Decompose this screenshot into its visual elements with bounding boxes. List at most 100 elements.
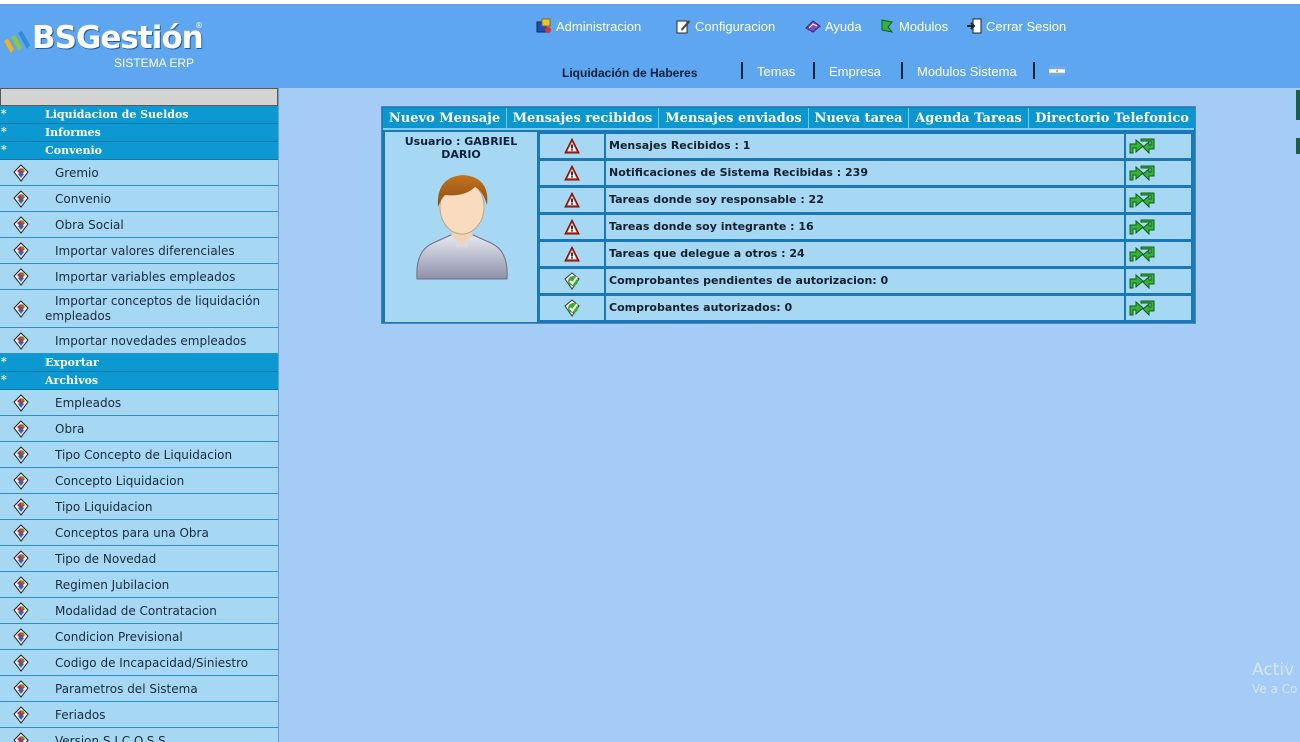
sidebar-section[interactable]: * Archivos bbox=[0, 372, 278, 390]
sidebar-item[interactable]: Importar variables empleados bbox=[0, 264, 278, 290]
sidebar-item[interactable]: Regimen Jubilacion bbox=[0, 572, 278, 598]
tab-mensajes-enviados[interactable]: Mensajes enviados bbox=[659, 108, 809, 128]
notification-text: Tareas donde soy responsable : 22 bbox=[606, 188, 1124, 212]
sidebar-item[interactable]: Importar novedades empleados bbox=[0, 328, 278, 354]
sidebar-item[interactable]: Empleados bbox=[0, 390, 278, 416]
sidebar-item-label: Empleados bbox=[55, 396, 122, 410]
section-label: Exportar bbox=[45, 356, 99, 369]
action-cell bbox=[1126, 134, 1191, 158]
sidebar-item[interactable]: Version S.I.C.O.S.S. bbox=[0, 728, 278, 742]
nav-ayuda[interactable]: Ayuda bbox=[805, 16, 862, 36]
sidebar-sections: * Liquidacion de Sueldos * Informes * Conveni… bbox=[0, 106, 278, 742]
notification-text: Notificaciones de Sistema Recibidas : 23… bbox=[606, 161, 1124, 185]
sidebar-item[interactable]: Convenio bbox=[0, 186, 278, 212]
open-arrow-icon[interactable] bbox=[1129, 219, 1155, 236]
notification-row: Mensajes Recibidos : 1 bbox=[540, 134, 1191, 158]
notification-text: Tareas donde soy integrante : 16 bbox=[606, 215, 1124, 239]
open-arrow-icon[interactable] bbox=[1129, 192, 1155, 209]
sidebar-item[interactable]: Conceptos para una Obra bbox=[0, 520, 278, 546]
tab-agenda-tareas[interactable]: Agenda Tareas bbox=[909, 108, 1029, 128]
sidebar-item-label: Convenio bbox=[55, 192, 112, 206]
status-cell bbox=[540, 242, 604, 266]
sidebar-item[interactable]: Obra bbox=[0, 416, 278, 442]
tab-nueva-tarea[interactable]: Nueva tarea bbox=[809, 108, 909, 128]
open-arrow-icon[interactable] bbox=[1129, 138, 1155, 155]
user-card: Usuario : GABRIEL DARIO bbox=[385, 132, 537, 322]
sidebar-item[interactable]: Codigo de Incapacidad/Siniestro bbox=[0, 650, 278, 676]
sidebar-item[interactable]: Importar conceptos de liquidación emplea… bbox=[0, 290, 278, 328]
sidebar-item-label: Gremio bbox=[55, 166, 99, 180]
sidebar-item[interactable]: Concepto Liquidacion bbox=[0, 468, 278, 494]
warning-icon bbox=[564, 137, 580, 154]
brand-name: BSGestión bbox=[32, 20, 204, 56]
sidebar-item[interactable]: Tipo Concepto de Liquidacion bbox=[0, 442, 278, 468]
open-arrow-icon[interactable] bbox=[1129, 300, 1155, 317]
sidebar-item[interactable]: Tipo Liquidacion bbox=[0, 494, 278, 520]
notification-row: Notificaciones de Sistema Recibidas : 23… bbox=[540, 161, 1191, 185]
notification-text: Comprobantes pendientes de autorizacion:… bbox=[606, 269, 1124, 293]
module-icon bbox=[12, 242, 30, 260]
sidebar-item-label: Regimen Jubilacion bbox=[55, 578, 170, 592]
module-icon bbox=[12, 268, 30, 286]
open-arrow-icon[interactable] bbox=[1129, 246, 1155, 263]
sidebar-item[interactable]: Parametros del Sistema bbox=[0, 676, 278, 702]
tab-directorio-telefonico[interactable]: Directorio Telefonico bbox=[1029, 108, 1195, 128]
section-star: * bbox=[1, 143, 7, 156]
notification-text: Mensajes Recibidos : 1 bbox=[606, 134, 1124, 158]
sidebar-section[interactable]: * Liquidacion de Sueldos bbox=[0, 106, 278, 124]
module-icon bbox=[12, 654, 30, 672]
section-star: * bbox=[1, 107, 7, 120]
module-icon bbox=[12, 732, 30, 742]
notification-row: Tareas donde soy integrante : 16 bbox=[540, 215, 1191, 239]
module-bar: Liquidación de Haberes Temas Empresa Mod… bbox=[0, 62, 1300, 84]
link-temas[interactable]: Temas bbox=[757, 64, 795, 79]
window-edge bbox=[1296, 90, 1300, 120]
nav-configuracion[interactable]: Configuracion bbox=[675, 16, 775, 36]
module-icon bbox=[12, 706, 30, 724]
sidebar-item-label: Codigo de Incapacidad/Siniestro bbox=[55, 656, 249, 670]
sidebar-search-bar[interactable] bbox=[0, 88, 278, 106]
open-arrow-icon[interactable] bbox=[1129, 273, 1155, 290]
separator bbox=[901, 62, 903, 79]
sidebar-item[interactable]: Condicion Previsional bbox=[0, 624, 278, 650]
status-cell bbox=[540, 161, 604, 185]
module-icon bbox=[12, 628, 30, 646]
link-empresa[interactable]: Empresa bbox=[829, 64, 881, 79]
sidebar-section[interactable]: * Informes bbox=[0, 124, 278, 142]
module-icon bbox=[12, 550, 30, 568]
sidebar-item[interactable]: Obra Social bbox=[0, 212, 278, 238]
dashboard-panel: Nuevo Mensaje Mensajes recibidos Mensaje… bbox=[381, 106, 1196, 324]
sidebar-item[interactable]: Tipo de Novedad bbox=[0, 546, 278, 572]
argentina-flag-icon[interactable] bbox=[1049, 66, 1065, 76]
sidebar-item-label: Tipo Concepto de Liquidacion bbox=[55, 448, 233, 462]
action-cell bbox=[1126, 296, 1191, 320]
user-avatar-icon bbox=[416, 175, 508, 280]
nav-cerrar-sesion[interactable]: Cerrar Sesion bbox=[966, 16, 1066, 36]
nav-administracion[interactable]: Administracion bbox=[536, 16, 641, 36]
tab-nuevo-mensaje[interactable]: Nuevo Mensaje bbox=[383, 108, 507, 128]
notification-text: Comprobantes autorizados: 0 bbox=[606, 296, 1124, 320]
sidebar-item[interactable]: Modalidad de Contratacion bbox=[0, 598, 278, 624]
action-cell bbox=[1126, 215, 1191, 239]
sidebar-item[interactable]: Feriados bbox=[0, 702, 278, 728]
section-star: * bbox=[1, 373, 7, 386]
module-icon bbox=[12, 680, 30, 698]
module-icon bbox=[12, 446, 30, 464]
activation-watermark: Activ Ve a Co bbox=[1252, 660, 1297, 696]
module-icon bbox=[12, 300, 30, 318]
check-icon bbox=[563, 299, 581, 317]
sidebar-section[interactable]: * Exportar bbox=[0, 354, 278, 372]
open-arrow-icon[interactable] bbox=[1129, 165, 1155, 182]
link-modulos-sistema[interactable]: Modulos Sistema bbox=[917, 64, 1017, 79]
tab-mensajes-recibidos[interactable]: Mensajes recibidos bbox=[507, 108, 659, 128]
nav-label: Ayuda bbox=[825, 18, 862, 34]
status-cell bbox=[540, 215, 604, 239]
section-star: * bbox=[1, 125, 7, 138]
nav-modulos[interactable]: Modulos bbox=[879, 16, 948, 36]
sidebar-section[interactable]: * Convenio bbox=[0, 142, 278, 160]
sidebar-item[interactable]: Gremio bbox=[0, 160, 278, 186]
section-label: Informes bbox=[45, 126, 101, 139]
sidebar-item[interactable]: Importar valores diferenciales bbox=[0, 238, 278, 264]
status-cell bbox=[540, 188, 604, 212]
warning-icon bbox=[564, 218, 580, 235]
